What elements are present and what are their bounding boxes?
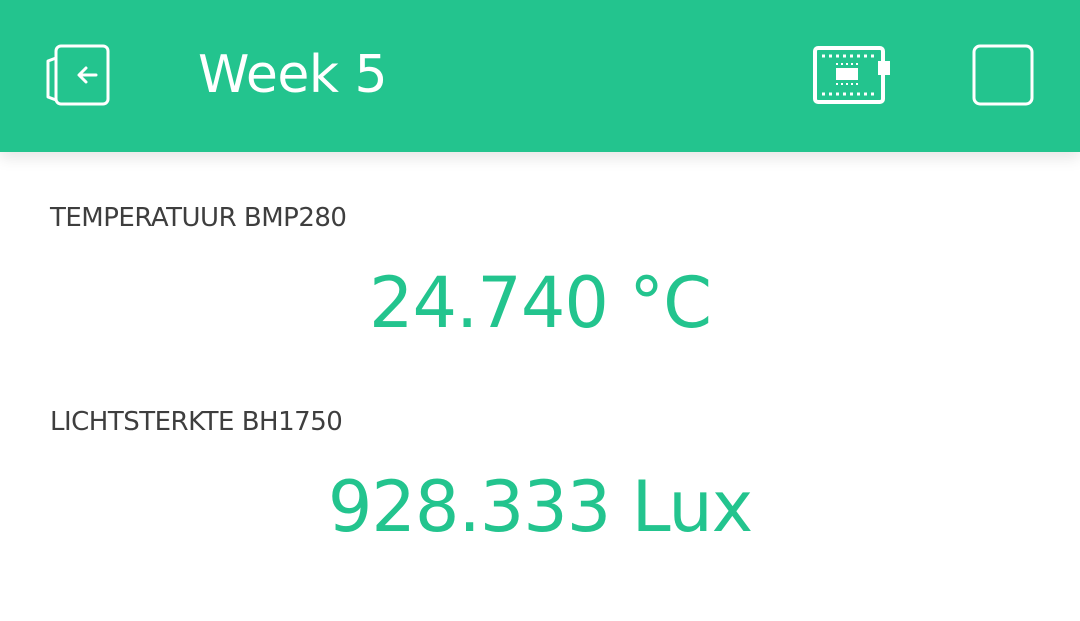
light-intensity-value: 928.333 Lux xyxy=(327,466,753,548)
square-button[interactable] xyxy=(972,44,1034,106)
temperature-label: TEMPERATUUR BMP280 xyxy=(50,203,347,233)
back-button[interactable] xyxy=(44,44,112,108)
hardware-board-icon xyxy=(813,46,890,104)
temperature-value: 24.740 °C xyxy=(368,262,712,344)
device-status-button[interactable] xyxy=(812,44,894,106)
page-title: Week 5 xyxy=(198,45,388,105)
exit-door-arrow-left-icon xyxy=(46,44,110,106)
light-intensity-label: LICHTSTERKTE BH1750 xyxy=(50,407,343,437)
square-outline-icon xyxy=(972,44,1034,106)
app-bar: Week 5 xyxy=(0,0,1080,152)
